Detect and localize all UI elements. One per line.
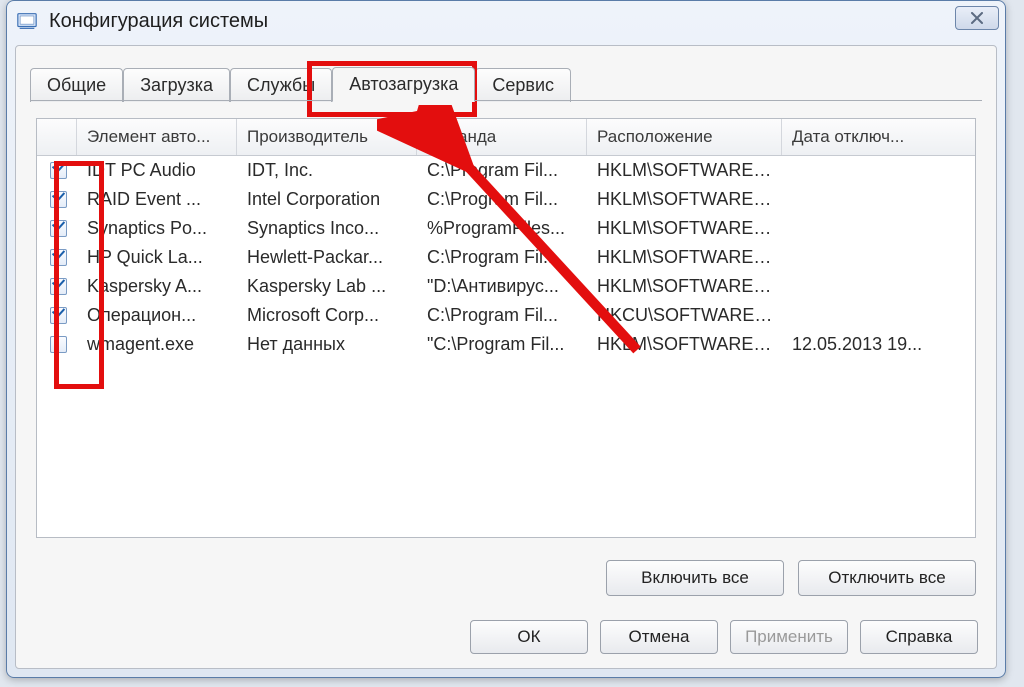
row-date	[782, 301, 967, 330]
dialog-button-row: ОК Отмена Применить Справка	[16, 610, 996, 668]
row-item: Synaptics Po...	[77, 214, 237, 243]
row-manufacturer: Kaspersky Lab ...	[237, 272, 417, 301]
row-command: "C:\Program Fil...	[417, 330, 587, 359]
row-location: HKCU\SOFTWARE\...	[587, 301, 782, 330]
row-checkbox-cell[interactable]	[37, 301, 77, 330]
row-item: HP Quick La...	[77, 243, 237, 272]
table-row[interactable]: RAID Event ...Intel CorporationC:\Progra…	[37, 185, 975, 214]
enable-all-button[interactable]: Включить все	[606, 560, 784, 596]
row-checkbox[interactable]	[50, 191, 67, 208]
row-location: HKLM\SOFTWARE\M...	[587, 330, 782, 359]
row-checkbox[interactable]	[50, 162, 67, 179]
table-row[interactable]: wmagent.exeНет данных"C:\Program Fil...H…	[37, 330, 975, 359]
table-row[interactable]: IDT PC AudioIDT, Inc.C:\Program Fil...HK…	[37, 156, 975, 185]
close-button[interactable]	[955, 6, 999, 30]
row-date	[782, 156, 967, 185]
row-command: %ProgramFiles...	[417, 214, 587, 243]
table-row[interactable]: HP Quick La...Hewlett-Packar...C:\Progra…	[37, 243, 975, 272]
tab-general[interactable]: Общие	[30, 68, 123, 102]
tab-tools[interactable]: Сервис	[475, 68, 571, 102]
tab-boot[interactable]: Загрузка	[123, 68, 230, 102]
table-row[interactable]: Synaptics Po...Synaptics Inco...%Program…	[37, 214, 975, 243]
row-manufacturer: Hewlett-Packar...	[237, 243, 417, 272]
row-checkbox-cell[interactable]	[37, 185, 77, 214]
tab-services[interactable]: Службы	[230, 68, 332, 102]
row-item: wmagent.exe	[77, 330, 237, 359]
header-date[interactable]: Дата отключ...	[782, 119, 967, 155]
row-command: C:\Program Fil...	[417, 243, 587, 272]
row-item: Kaspersky A...	[77, 272, 237, 301]
row-location: HKLM\SOFTWARE\M...	[587, 243, 782, 272]
row-manufacturer: Synaptics Inco...	[237, 214, 417, 243]
header-item[interactable]: Элемент авто...	[77, 119, 237, 155]
close-icon	[970, 12, 984, 24]
tab-startup[interactable]: Автозагрузка	[332, 67, 475, 102]
row-item: Операцион...	[77, 301, 237, 330]
row-manufacturer: Microsoft Corp...	[237, 301, 417, 330]
row-checkbox-cell[interactable]	[37, 156, 77, 185]
row-location: HKLM\SOFTWARE\M...	[587, 272, 782, 301]
row-location: HKLM\SOFTWARE\M...	[587, 185, 782, 214]
apply-button: Применить	[730, 620, 848, 654]
list-body: IDT PC AudioIDT, Inc.C:\Program Fil...HK…	[37, 156, 975, 537]
row-item: IDT PC Audio	[77, 156, 237, 185]
row-date	[782, 272, 967, 301]
table-row[interactable]: Kaspersky A...Kaspersky Lab ..."D:\Антив…	[37, 272, 975, 301]
header-command[interactable]: Команда	[417, 119, 587, 155]
titlebar[interactable]: Конфигурация системы	[7, 1, 1005, 41]
list-header[interactable]: Элемент авто... Производитель Команда Ра…	[37, 119, 975, 156]
row-command: C:\Program Fil...	[417, 156, 587, 185]
cancel-button[interactable]: Отмена	[600, 620, 718, 654]
header-manufacturer[interactable]: Производитель	[237, 119, 417, 155]
row-date: 12.05.2013 19...	[782, 330, 967, 359]
window-title: Конфигурация системы	[49, 1, 268, 41]
row-location: HKLM\SOFTWARE\M...	[587, 214, 782, 243]
table-row[interactable]: Операцион...Microsoft Corp...C:\Program …	[37, 301, 975, 330]
header-location[interactable]: Расположение	[587, 119, 782, 155]
startup-list: Элемент авто... Производитель Команда Ра…	[36, 118, 976, 538]
row-location: HKLM\SOFTWARE\M...	[587, 156, 782, 185]
row-checkbox-cell[interactable]	[37, 330, 77, 359]
row-checkbox[interactable]	[50, 278, 67, 295]
row-checkbox[interactable]	[50, 249, 67, 266]
row-manufacturer: Intel Corporation	[237, 185, 417, 214]
row-checkbox[interactable]	[50, 307, 67, 324]
msconfig-window: Конфигурация системы Общие Загрузка Служ…	[6, 0, 1006, 678]
row-checkbox[interactable]	[50, 336, 67, 353]
ok-button[interactable]: ОК	[470, 620, 588, 654]
row-date	[782, 185, 967, 214]
row-command: C:\Program Fil...	[417, 185, 587, 214]
row-checkbox[interactable]	[50, 220, 67, 237]
row-checkbox-cell[interactable]	[37, 214, 77, 243]
row-date	[782, 214, 967, 243]
row-checkbox-cell[interactable]	[37, 243, 77, 272]
row-item: RAID Event ...	[77, 185, 237, 214]
enable-disable-row: Включить все Отключить все	[16, 548, 996, 610]
row-checkbox-cell[interactable]	[37, 272, 77, 301]
row-command: "D:\Антивирус...	[417, 272, 587, 301]
tab-strip: Общие Загрузка Службы Автозагрузка Серви…	[30, 66, 982, 101]
client-area: Общие Загрузка Службы Автозагрузка Серви…	[15, 45, 997, 669]
system-config-icon	[15, 9, 39, 33]
row-manufacturer: IDT, Inc.	[237, 156, 417, 185]
row-command: C:\Program Fil...	[417, 301, 587, 330]
row-date	[782, 243, 967, 272]
disable-all-button[interactable]: Отключить все	[798, 560, 976, 596]
help-button[interactable]: Справка	[860, 620, 978, 654]
row-manufacturer: Нет данных	[237, 330, 417, 359]
